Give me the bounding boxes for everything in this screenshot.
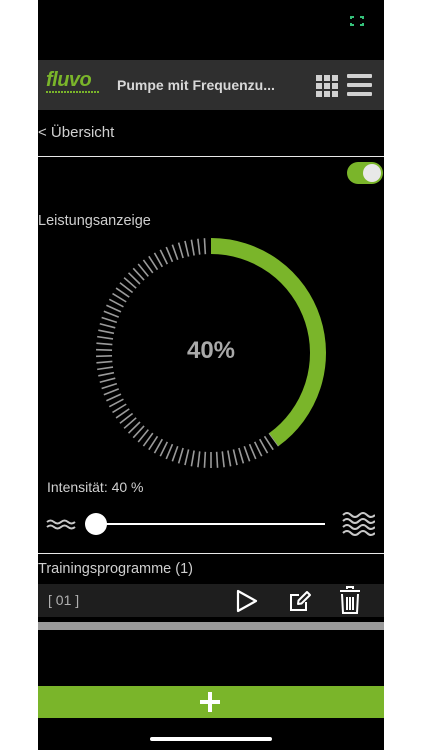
program-list-scrollbar — [38, 622, 384, 630]
gauge-tick — [148, 255, 159, 271]
gauge-tick — [99, 377, 116, 384]
back-to-overview-link[interactable]: < Übersicht — [38, 124, 114, 141]
gauge-tick — [101, 316, 118, 324]
edit-icon[interactable] — [288, 589, 312, 613]
gauge-tick — [101, 382, 118, 390]
gauge-tick — [263, 435, 274, 451]
wave-low-icon — [46, 519, 76, 530]
gauge-tick — [238, 447, 245, 464]
gauge-tick — [171, 244, 179, 261]
gauge-tick — [253, 441, 263, 457]
intensity-slider-track[interactable] — [96, 523, 325, 525]
gauge-tick — [108, 398, 124, 408]
gauge-tick — [159, 441, 169, 457]
gauge-value: 40% — [186, 337, 236, 364]
gauge-tick — [184, 449, 190, 466]
gauge-tick — [221, 451, 225, 468]
gauge-tick — [203, 238, 207, 255]
gauge-tick — [258, 438, 269, 454]
add-program-button[interactable] — [38, 686, 384, 718]
gauge-tick — [171, 445, 179, 462]
gauge-tick — [97, 366, 114, 371]
gauge-tick — [99, 322, 116, 329]
toggle-knob — [363, 164, 381, 182]
gauge-tick — [98, 329, 115, 335]
gauge-tick — [227, 450, 232, 467]
gauge-tick — [215, 451, 219, 468]
gauge-tick — [159, 249, 169, 265]
gauge-tick — [103, 310, 120, 318]
gauge-tick — [177, 242, 184, 259]
trash-icon[interactable] — [339, 586, 361, 614]
intensity-label: Intensität: 40 % — [47, 479, 144, 495]
gauge-tick — [112, 403, 127, 414]
app-header: fluvo Pumpe mit Frequenzu... — [38, 60, 384, 110]
gauge-tick — [190, 239, 195, 256]
power-toggle[interactable] — [347, 162, 383, 184]
gauge-tick — [98, 371, 115, 377]
gauge-tick — [243, 445, 251, 462]
menu-icon[interactable] — [347, 74, 372, 96]
gauge-tick — [232, 449, 238, 466]
program-row[interactable]: [ 01 ] — [38, 584, 384, 617]
intensity-slider-thumb[interactable] — [85, 513, 107, 535]
gauge-tick — [148, 435, 159, 451]
divider — [38, 553, 384, 554]
gauge-tick — [112, 292, 127, 303]
plus-icon — [200, 692, 220, 712]
page-title: Pumpe mit Frequenzu... — [117, 77, 275, 93]
gauge-tick — [106, 304, 122, 313]
gauge-tick — [106, 393, 122, 402]
grid-icon[interactable] — [316, 75, 338, 97]
gauge-tick — [184, 240, 190, 257]
gauge-tick — [103, 388, 120, 396]
gauge-tick — [203, 451, 207, 468]
gauge-tick — [165, 246, 174, 263]
programs-section-label: Trainingsprogramme (1) — [38, 561, 193, 577]
power-section-label: Leistungsanzeige — [38, 213, 151, 229]
status-indicator-icon — [350, 16, 364, 26]
gauge-tick — [108, 298, 124, 308]
gauge-tick — [190, 450, 195, 467]
gauge-tick — [248, 443, 257, 460]
app-screen: fluvo Pumpe mit Frequenzu... < Übersicht… — [38, 0, 384, 750]
wave-high-icon — [342, 512, 375, 536]
gauge-tick — [197, 238, 201, 255]
program-id: [ 01 ] — [48, 592, 80, 608]
gauge-tick — [165, 443, 174, 460]
logo-text: fluvo — [46, 69, 92, 91]
gauge-tick — [153, 252, 164, 268]
gauge-tick — [197, 451, 201, 468]
gauge-tick — [153, 438, 164, 454]
fluvo-logo: fluvo — [46, 70, 104, 100]
home-indicator[interactable] — [150, 737, 272, 741]
logo-tagline — [46, 91, 100, 93]
play-icon[interactable] — [235, 589, 259, 613]
gauge-tick — [177, 447, 184, 464]
divider — [38, 156, 384, 157]
